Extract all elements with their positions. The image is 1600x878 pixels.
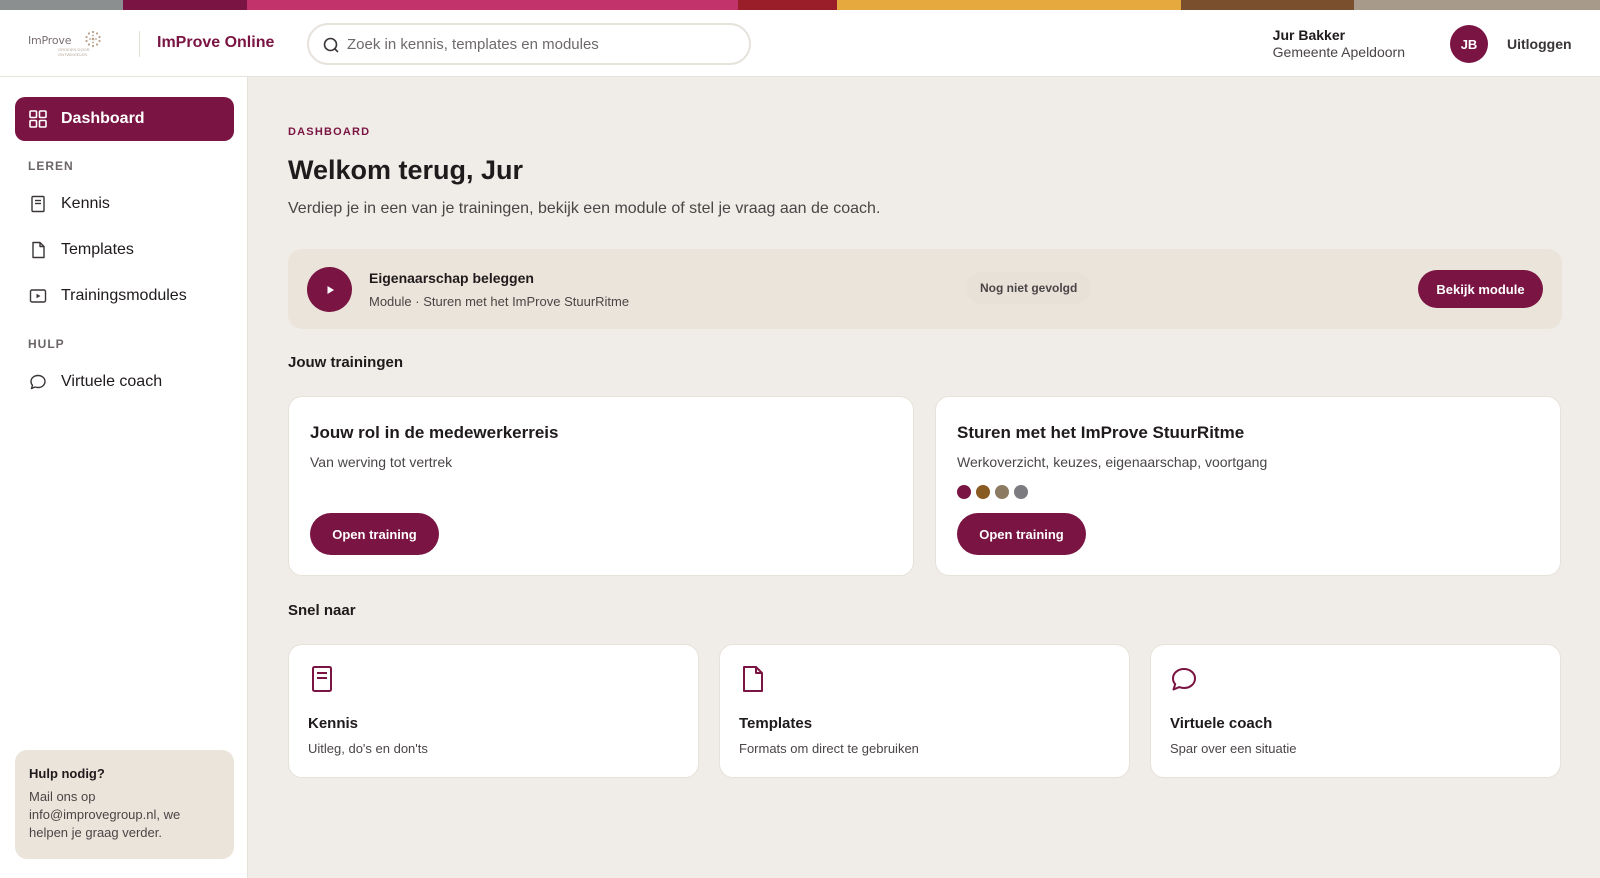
chat-icon: [30, 374, 46, 390]
logo-mark-icon: [85, 30, 101, 48]
search-icon: [323, 37, 339, 53]
chat-icon: [1172, 668, 1196, 691]
play-icon: [327, 285, 334, 294]
open-training-button[interactable]: Open training: [310, 513, 439, 555]
featured-module-banner: Eigenaarschap beleggen Module · Sturen m…: [288, 249, 1562, 329]
sidebar-item-label: Trainingsmodules: [61, 287, 187, 304]
quick-link-title: Kennis: [308, 715, 359, 732]
training-title: Jouw rol in de medewerkerreis: [310, 423, 559, 442]
document-icon: [32, 241, 45, 259]
progress-dots: [957, 485, 1028, 499]
sidebar-item-label: Dashboard: [61, 110, 145, 127]
progress-dot: [976, 485, 990, 499]
module-title: Eigenaarschap beleggen: [369, 270, 534, 286]
status-badge: Nog niet gevolgd: [966, 272, 1092, 304]
page-title: Welkom terug, Jur: [288, 155, 524, 185]
logo-tagline: GROEIEN DOOR ONTWIKKELEN: [58, 47, 90, 57]
quick-link-subtitle: Spar over een situatie: [1170, 741, 1297, 756]
avatar[interactable]: JB: [1450, 25, 1488, 63]
training-subtitle: Van werving tot vertrek: [310, 454, 453, 470]
quick-links-heading: Snel naar: [288, 602, 356, 619]
sidebar-item-trainingsmodules[interactable]: Trainingsmodules: [15, 276, 234, 316]
training-card: Sturen met het ImProve StuurRitme Werkov…: [935, 396, 1561, 576]
play-button[interactable]: [307, 267, 352, 312]
sidebar-item-kennis[interactable]: Kennis: [15, 184, 234, 224]
quick-link-kennis[interactable]: Kennis Uitleg, do's en don'ts: [288, 644, 699, 778]
trainings-heading: Jouw trainingen: [288, 354, 404, 371]
quick-link-title: Templates: [739, 715, 813, 732]
progress-dot: [1014, 485, 1028, 499]
search-box[interactable]: [307, 23, 751, 65]
logo-wordmark: ImProve: [28, 34, 72, 47]
help-text: Mail ons op info@improvegroup.nl, we hel…: [29, 789, 181, 840]
header-divider: [139, 31, 140, 57]
training-title: Sturen met het ImProve StuurRitme: [957, 423, 1245, 442]
progress-dot: [995, 485, 1009, 499]
document-icon: [743, 666, 763, 692]
improve-logo[interactable]: ImProve GROEIEN DOOR ONTWIKKELEN: [28, 30, 102, 60]
training-subtitle: Werkoverzicht, keuzes, eigenaarschap, vo…: [957, 454, 1268, 470]
open-training-button[interactable]: Open training: [957, 513, 1086, 555]
module-subtitle: Module · Sturen met het ImProve StuurRit…: [369, 294, 630, 309]
sidebar-item-dashboard[interactable]: Dashboard: [15, 97, 234, 141]
quick-link-subtitle: Formats om direct te gebruiken: [739, 741, 919, 756]
quick-link-virtuele-coach[interactable]: Virtuele coach Spar over een situatie: [1150, 644, 1561, 778]
user-name: Jur Bakker: [1272, 27, 1346, 43]
page-subtitle: Verdiep je in een van je trainingen, bek…: [288, 200, 881, 217]
sidebar-section-hulp: HULP: [28, 337, 65, 351]
sidebar-section-leren: LEREN: [28, 159, 74, 173]
sidebar-item-label: Templates: [61, 241, 134, 258]
grid-icon: [29, 110, 47, 128]
top-bar: ImProve GROEIEN DOOR ONTWIKKELEN ImProve…: [0, 10, 1600, 77]
help-box: Hulp nodig? Mail ons op info@improvegrou…: [15, 750, 234, 859]
quick-link-title: Virtuele coach: [1170, 715, 1273, 732]
page-eyebrow: DASHBOARD: [288, 126, 371, 138]
brand-name[interactable]: ImProve Online: [157, 34, 274, 52]
quick-link-subtitle: Uitleg, do's en don'ts: [308, 741, 428, 756]
user-info: Jur Bakker Gemeente Apeldoorn: [1273, 27, 1405, 60]
top-color-stripe: [0, 0, 1600, 10]
quick-link-templates[interactable]: Templates Formats om direct te gebruiken: [719, 644, 1130, 778]
training-card: Jouw rol in de medewerkerreis Van wervin…: [288, 396, 914, 576]
sidebar-item-templates[interactable]: Templates: [15, 230, 234, 270]
sidebar-item-label: Kennis: [61, 195, 110, 212]
sidebar-item-virtuele-coach[interactable]: Virtuele coach: [15, 362, 234, 402]
book-icon: [312, 666, 332, 692]
logout-link[interactable]: Uitloggen: [1507, 36, 1572, 52]
view-module-button[interactable]: Bekijk module: [1418, 270, 1543, 308]
sidebar: Dashboard LEREN Kennis Templates Trainin…: [0, 77, 248, 878]
search-input[interactable]: [347, 25, 737, 63]
play-square-icon: [29, 289, 47, 303]
help-title: Hulp nodig?: [29, 766, 105, 781]
sidebar-item-label: Virtuele coach: [61, 373, 163, 390]
book-icon: [31, 195, 45, 213]
progress-dot: [957, 485, 971, 499]
user-organisation: Gemeente Apeldoorn: [1272, 44, 1405, 60]
